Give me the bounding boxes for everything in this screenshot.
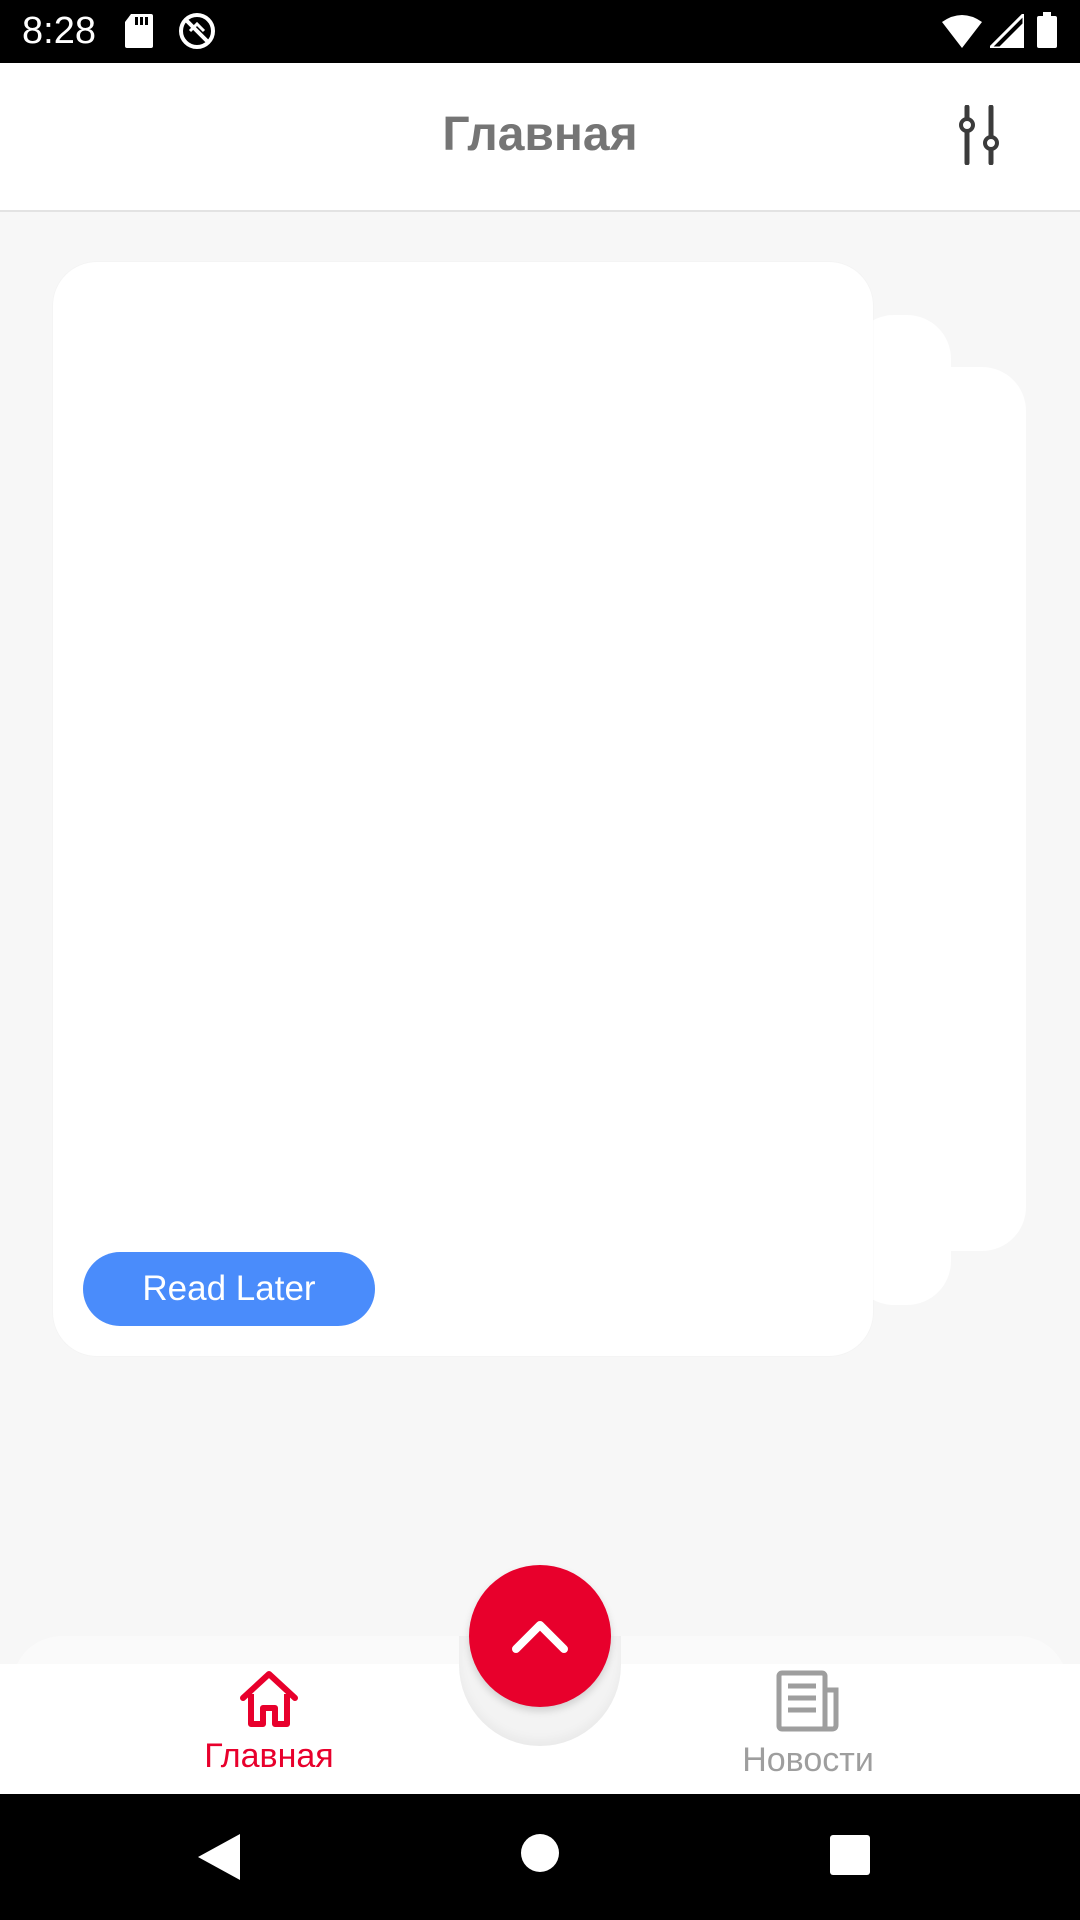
status-time: 8:28	[22, 10, 96, 52]
nav-item-news[interactable]: Новости	[678, 1670, 938, 1790]
read-later-button[interactable]: Read Later	[83, 1252, 375, 1326]
signal-icon	[986, 10, 1026, 53]
page-title: Главная	[442, 108, 638, 161]
news-card[interactable]: Read Later	[53, 262, 873, 1356]
back-icon[interactable]	[198, 1834, 240, 1885]
nav-label-news: Новости	[742, 1741, 874, 1779]
chevron-up-icon	[512, 1617, 568, 1656]
nav-item-home[interactable]: Главная	[139, 1670, 399, 1790]
home-icon	[237, 1670, 301, 1733]
sliders-icon	[953, 104, 1003, 170]
app-bar: Главная	[0, 63, 1080, 212]
system-nav-bar	[0, 1794, 1080, 1920]
home-circle-icon[interactable]	[520, 1833, 560, 1878]
wifi-icon	[942, 14, 982, 53]
sd-card-icon	[125, 14, 153, 53]
battery-icon	[1037, 12, 1057, 53]
filter-button[interactable]	[940, 99, 1016, 175]
status-bar: 8:28	[0, 0, 1080, 63]
sync-off-icon	[177, 11, 217, 56]
recents-icon[interactable]	[830, 1835, 870, 1880]
newspaper-icon	[776, 1670, 840, 1737]
scroll-up-fab[interactable]	[469, 1565, 611, 1707]
nav-label-home: Главная	[204, 1737, 334, 1775]
